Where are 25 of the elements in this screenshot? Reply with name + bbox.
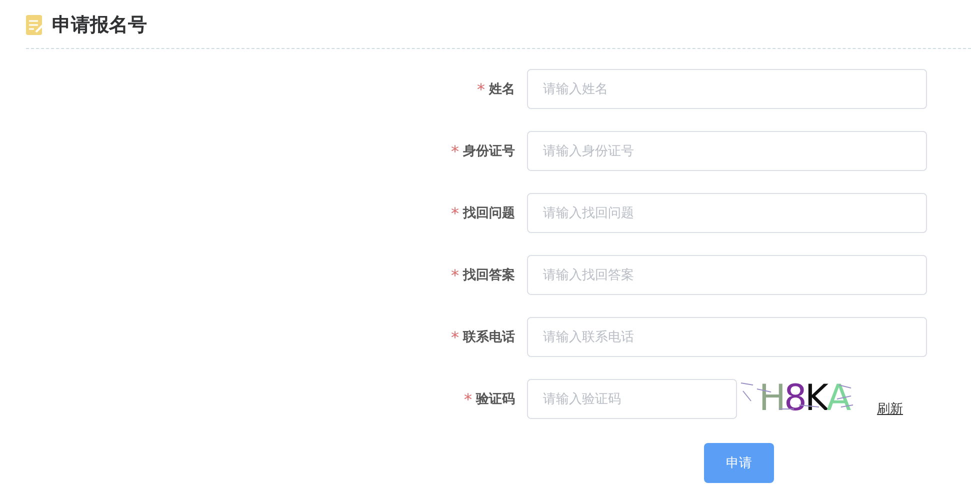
input-field[interactable]: 请输入找回问题	[527, 193, 927, 233]
captcha-character: 8	[784, 381, 805, 417]
field-label: 找回答案	[463, 266, 515, 284]
required-mark: *	[477, 80, 485, 98]
note-icon	[26, 15, 44, 35]
input-field[interactable]: 请输入姓名	[527, 69, 927, 109]
required-mark: *	[451, 142, 459, 160]
captcha-character: K	[804, 381, 826, 417]
field-label: 验证码	[476, 391, 515, 408]
captcha-input-field[interactable]: 请输入验证码	[527, 379, 737, 419]
input-field[interactable]: 请输入找回答案	[527, 255, 927, 295]
input-field[interactable]: 请输入身份证号	[527, 131, 927, 171]
refresh-link[interactable]: 刷新	[877, 400, 903, 418]
field-label: 找回问题	[463, 205, 515, 222]
captcha-character: A	[826, 381, 850, 417]
field-label: 姓名	[489, 81, 515, 98]
input-field[interactable]: 请输入联系电话	[527, 317, 927, 357]
required-mark: *	[451, 204, 459, 222]
field-label: 身份证号	[463, 143, 515, 160]
required-mark: *	[451, 266, 459, 284]
field-label: 联系电话	[463, 328, 515, 346]
required-mark: *	[464, 390, 472, 408]
page-title: 申请报名号	[52, 13, 147, 38]
required-mark: *	[451, 328, 459, 346]
captcha-character: H	[758, 381, 784, 417]
